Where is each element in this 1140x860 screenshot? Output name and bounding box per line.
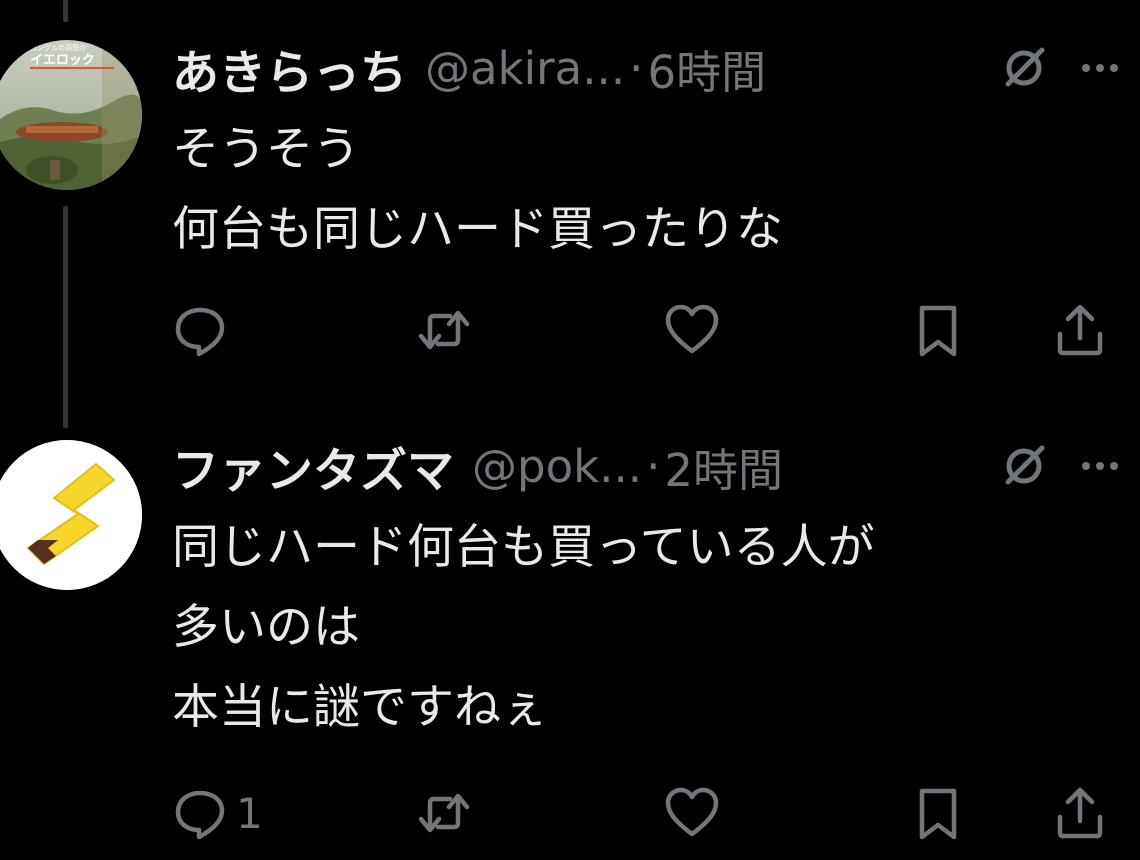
avatar-image: ゴングルの洞窟の イエロック	[0, 40, 142, 190]
repost-button[interactable]	[416, 300, 480, 360]
reply-button[interactable]	[172, 300, 236, 360]
reply-count: 1	[236, 788, 263, 838]
reply-icon	[175, 790, 225, 840]
avatar-image	[0, 440, 142, 590]
more-icon[interactable]	[1080, 440, 1120, 492]
thread-line-top	[63, 0, 68, 22]
post-header: ファンタズマ @pok... · 2時間	[172, 438, 1120, 499]
separator: ·	[646, 439, 661, 493]
header-icons	[998, 440, 1120, 492]
like-button[interactable]	[664, 300, 728, 360]
action-bar	[172, 300, 1117, 360]
avatar[interactable]	[0, 440, 142, 590]
action-bar: 1	[172, 783, 1117, 843]
post-time[interactable]: 2時間	[664, 434, 783, 499]
post-text-line: 本当に謎ですねぇ	[172, 680, 548, 735]
bookmark-button[interactable]	[910, 300, 966, 360]
like-icon	[665, 787, 719, 837]
separator: ·	[629, 41, 644, 95]
post-header: あきらっち @akira... · 6時間	[172, 40, 1120, 101]
user-handle[interactable]: @pok...	[472, 440, 642, 493]
share-button[interactable]	[1052, 300, 1108, 360]
grok-icon[interactable]	[998, 440, 1050, 492]
more-icon[interactable]	[1080, 42, 1120, 94]
reply-icon	[175, 307, 225, 357]
reply-button[interactable]: 1	[172, 783, 263, 843]
post-text-line: 何台も同じハード買ったりな	[172, 202, 783, 257]
bookmark-icon	[919, 305, 957, 357]
timeline: ゴングルの洞窟の イエロック あきらっち @akira... · 6時間 そうそ…	[0, 0, 1140, 860]
like-icon	[665, 304, 719, 354]
repost-button[interactable]	[416, 783, 480, 843]
post-text-line: 同じハード何台も買っている人が	[172, 520, 875, 575]
share-icon	[1057, 304, 1103, 356]
thread-line-middle	[63, 206, 68, 428]
share-button[interactable]	[1052, 783, 1108, 843]
post-time[interactable]: 6時間	[647, 36, 766, 101]
post-text: そうそう 何台も同じハード買ったりな	[172, 110, 1120, 270]
share-icon	[1057, 787, 1103, 839]
post-text: 同じハード何台も買っている人が 多いのは 本当に謎ですねぇ	[172, 508, 1120, 748]
display-name[interactable]: ファンタズマ	[172, 432, 454, 501]
bookmark-icon	[919, 788, 957, 840]
bookmark-button[interactable]	[910, 783, 966, 843]
repost-icon	[418, 793, 470, 833]
post-text-line: 多いのは	[172, 600, 360, 655]
avatar-caption-small: ゴングルの洞窟の	[30, 43, 86, 52]
like-button[interactable]	[664, 783, 728, 843]
grok-icon[interactable]	[998, 42, 1050, 94]
user-handle[interactable]: @akira...	[425, 42, 625, 95]
post-text-line: そうそう	[172, 122, 360, 177]
display-name[interactable]: あきらっち	[172, 34, 407, 103]
avatar-caption-large: イエロック	[30, 53, 95, 68]
header-icons	[998, 42, 1120, 94]
repost-icon	[418, 310, 470, 350]
avatar[interactable]: ゴングルの洞窟の イエロック	[0, 40, 142, 190]
